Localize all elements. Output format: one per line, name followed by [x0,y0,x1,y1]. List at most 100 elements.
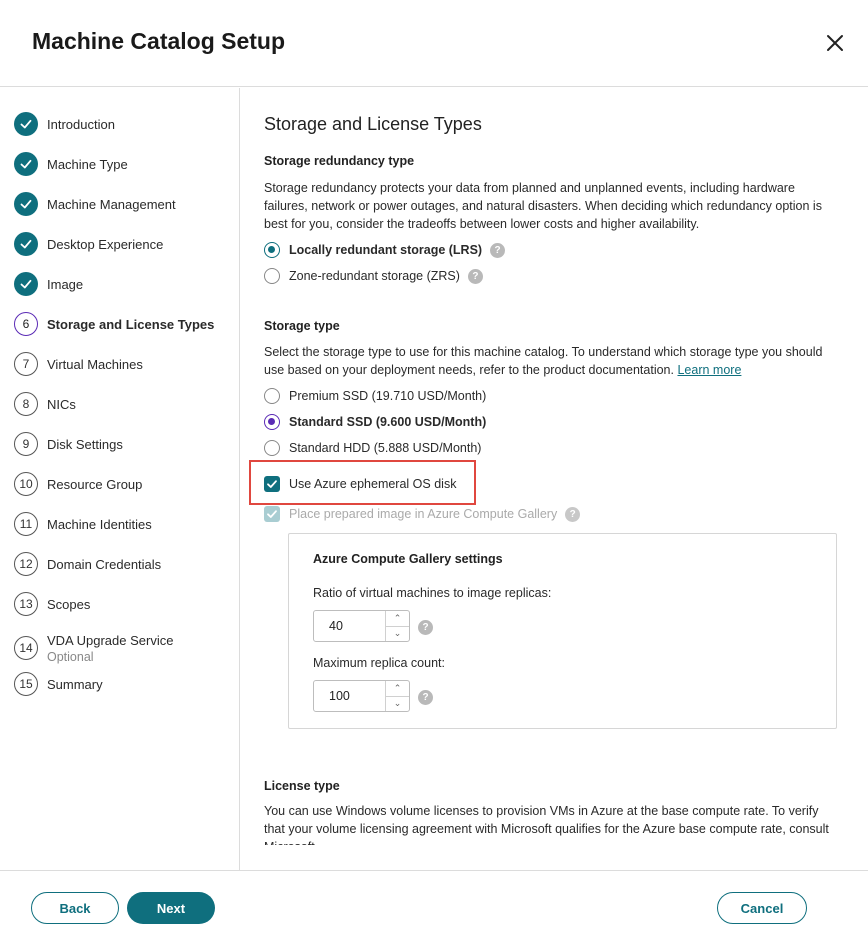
step-number: 14 [14,636,38,660]
step-label: Image [47,276,84,292]
ratio-value[interactable]: 40 [314,611,385,641]
step-label: VDA Upgrade Service [47,632,174,648]
cancel-button[interactable]: Cancel [717,892,807,924]
radio-button[interactable] [264,440,280,456]
learn-more-link[interactable]: Learn more [677,363,741,377]
radio-label: Standard HDD (5.888 USD/Month) [289,441,482,455]
step-label: Storage and License Types [47,316,215,332]
chevron-up-icon[interactable]: ⌃ [386,681,409,697]
check-icon [14,192,38,216]
step-disk-settings[interactable]: 9 Disk Settings [14,431,123,457]
next-button[interactable]: Next [127,892,215,924]
radio-button[interactable] [264,388,280,404]
checkbox-label: Place prepared image in Azure Compute Ga… [289,507,558,521]
radio-standard-ssd[interactable]: Standard SSD (9.600 USD/Month) [264,413,486,431]
main-content: Storage and License Types Storage redund… [241,88,868,845]
ephemeral-os-disk-checkbox[interactable]: Use Azure ephemeral OS disk [264,475,456,493]
checkbox-checked-disabled [264,506,280,522]
step-number: 10 [14,472,38,496]
radio-button[interactable] [264,268,280,284]
radio-label: Standard SSD (9.600 USD/Month) [289,415,487,429]
radio-button[interactable] [264,242,280,258]
step-storage-license-types[interactable]: 6 Storage and License Types [14,311,214,337]
step-label: Desktop Experience [47,236,164,252]
radio-standard-hdd[interactable]: Standard HDD (5.888 USD/Month) [264,439,481,457]
check-icon [14,272,38,296]
chevron-up-icon[interactable]: ⌃ [386,611,409,627]
step-desktop-experience[interactable]: Desktop Experience [14,231,163,257]
step-label: Domain Credentials [47,556,162,572]
page-title: Storage and License Types [264,114,482,134]
step-label: NICs [47,396,76,412]
chevron-down-icon[interactable]: ⌄ [386,697,409,712]
check-icon [14,112,38,136]
redundancy-section-title: Storage redundancy type [264,154,415,168]
step-number: 8 [14,392,38,416]
step-resource-group[interactable]: 10 Resource Group [14,471,142,497]
help-icon[interactable]: ? [467,268,483,284]
checkbox-checked[interactable] [264,476,280,492]
compute-gallery-settings-panel: Azure Compute Gallery settings Ratio of … [288,533,837,729]
redundancy-description: Storage redundancy protects your data fr… [264,181,822,231]
step-number: 7 [14,352,38,376]
step-nics[interactable]: 8 NICs [14,391,76,417]
close-icon[interactable] [822,30,848,56]
radio-premium-ssd[interactable]: Premium SSD (19.710 USD/Month) [264,387,486,405]
back-button[interactable]: Back [31,892,119,924]
step-machine-identities[interactable]: 11 Machine Identities [14,511,152,537]
checkbox-label: Use Azure ephemeral OS disk [289,477,457,491]
step-number: 11 [14,512,38,536]
chevron-down-icon[interactable]: ⌄ [386,627,409,642]
step-label: Virtual Machines [47,356,143,372]
wizard-steps-sidebar: Introduction Machine Type Machine Manage… [0,88,240,870]
step-number: 15 [14,672,38,696]
step-label: Scopes [47,596,91,612]
step-optional-label: Optional [47,649,94,664]
step-vda-upgrade-service[interactable]: 14 VDA Upgrade Service Optional [14,631,173,665]
step-label: Machine Identities [47,516,152,532]
radio-label: Zone-redundant storage (ZRS) [289,269,460,283]
ratio-label: Ratio of virtual machines to image repli… [313,586,552,600]
help-icon[interactable]: ? [490,242,506,258]
storage-type-section-title: Storage type [264,319,340,333]
step-domain-credentials[interactable]: 12 Domain Credentials [14,551,161,577]
help-icon[interactable]: ? [418,620,433,635]
max-replica-stepper[interactable]: 100 ⌃ ⌄ [313,680,410,712]
check-icon [14,232,38,256]
step-label: Summary [47,676,103,692]
step-label: Machine Management [47,196,176,212]
max-replica-label: Maximum replica count: [313,656,445,670]
max-replica-value[interactable]: 100 [314,681,385,711]
check-icon [14,152,38,176]
dialog-header: Machine Catalog Setup [0,0,868,87]
radio-button[interactable] [264,414,280,430]
step-image[interactable]: Image [14,271,83,297]
radio-label: Premium SSD (19.710 USD/Month) [289,389,487,403]
compute-gallery-checkbox: Place prepared image in Azure Compute Ga… [264,505,581,523]
radio-zrs[interactable]: Zone-redundant storage (ZRS) ? [264,267,483,285]
license-type-section-title: License type [264,779,340,793]
step-number: 13 [14,592,38,616]
step-introduction[interactable]: Introduction [14,111,115,137]
step-scopes[interactable]: 13 Scopes [14,591,90,617]
step-label: Machine Type [47,156,128,172]
step-label: Introduction [47,116,115,132]
radio-lrs[interactable]: Locally redundant storage (LRS) ? [264,241,506,259]
dialog-title: Machine Catalog Setup [32,28,286,54]
step-machine-type[interactable]: Machine Type [14,151,128,177]
step-summary[interactable]: 15 Summary [14,671,103,697]
dialog-footer: Back Next Cancel [0,870,868,942]
gallery-settings-title: Azure Compute Gallery settings [313,552,503,566]
step-machine-management[interactable]: Machine Management [14,191,176,217]
step-number: 6 [14,312,38,336]
radio-label: Locally redundant storage (LRS) [289,243,483,257]
help-icon[interactable]: ? [418,690,433,705]
step-label: Disk Settings [47,436,123,452]
license-type-description: You can use Windows volume licenses to p… [264,804,829,845]
storage-type-description: Select the storage type to use for this … [264,343,839,379]
step-virtual-machines[interactable]: 7 Virtual Machines [14,351,143,377]
ratio-stepper[interactable]: 40 ⌃ ⌄ [313,610,410,642]
step-number: 12 [14,552,38,576]
step-number: 9 [14,432,38,456]
help-icon[interactable]: ? [565,506,581,522]
